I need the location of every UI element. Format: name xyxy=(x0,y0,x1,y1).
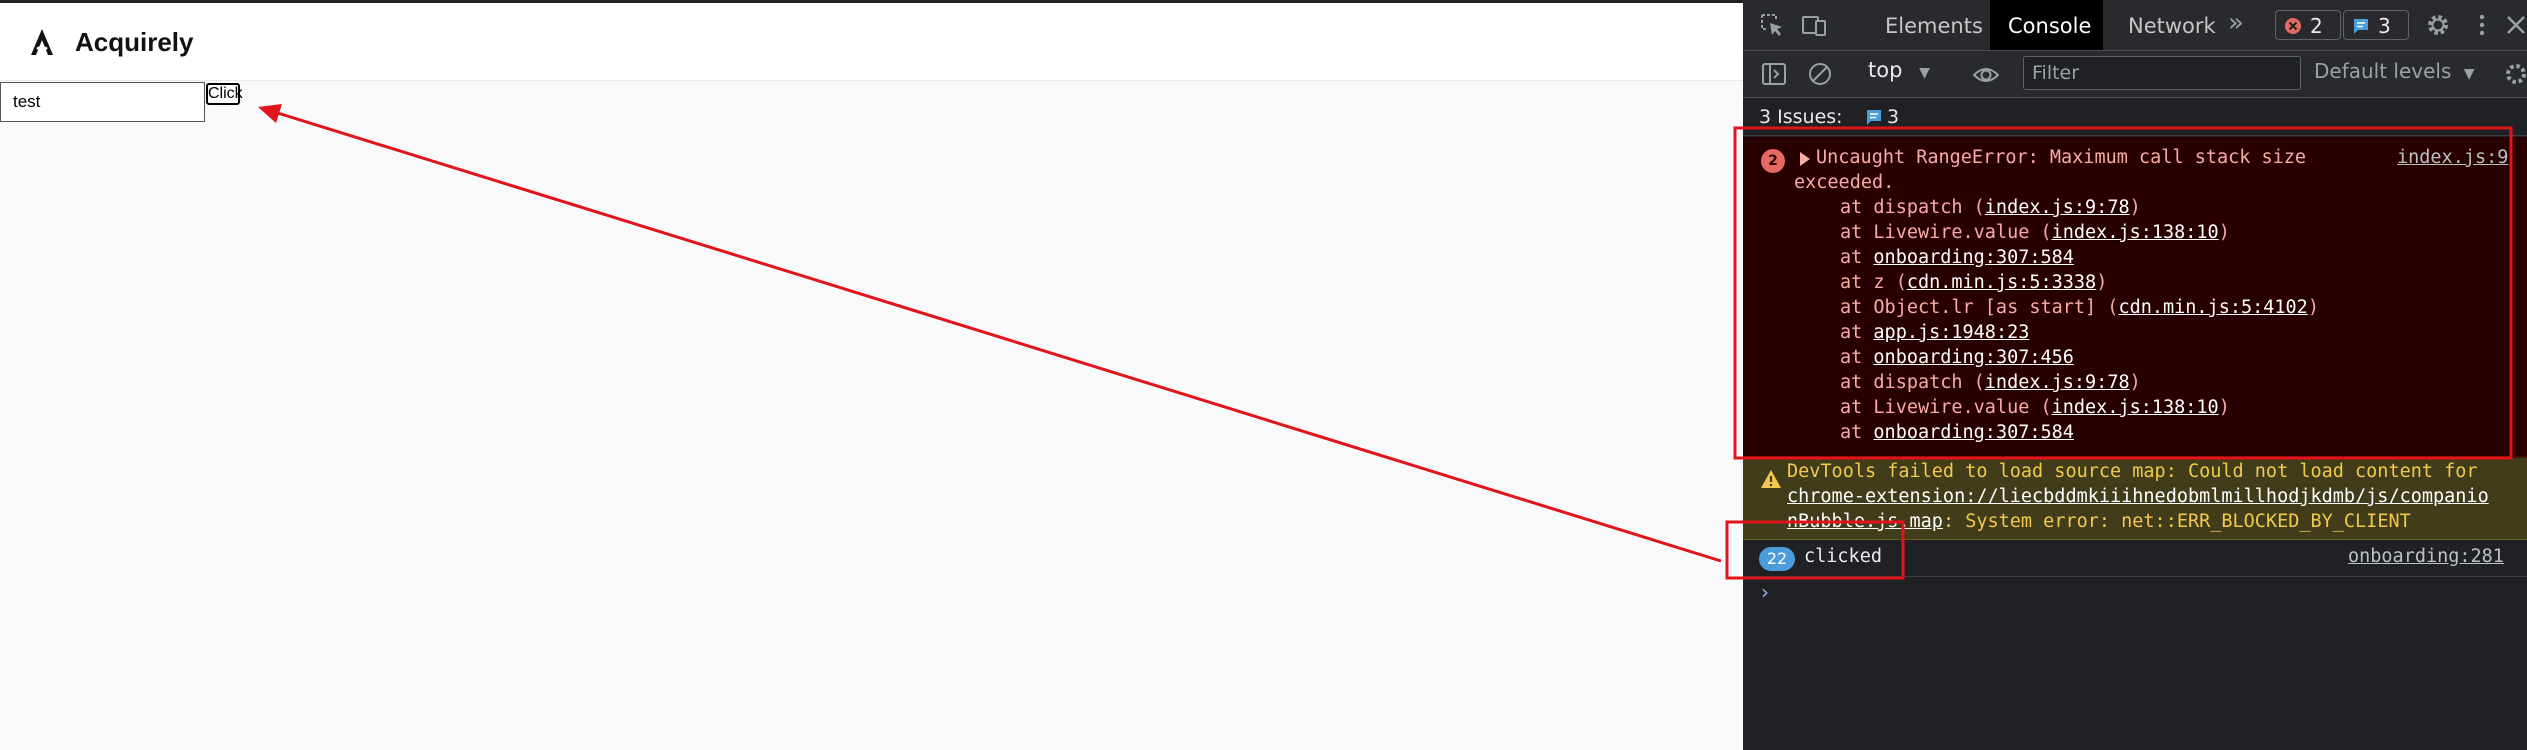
stack-frame-link[interactable]: index.js:138:10 xyxy=(2052,222,2219,243)
stack-frame-suffix: ) xyxy=(2129,372,2141,393)
tab-console[interactable]: Console xyxy=(1990,0,2103,50)
error-text-line2: exceeded. xyxy=(1794,172,1895,193)
stack-frame: at Livewire.value (index.js:138:10) xyxy=(1840,222,2230,243)
stack-frame-suffix: ) xyxy=(2218,222,2230,243)
errors-badge-count: 2 xyxy=(2310,14,2323,38)
warning-text-line3: nBubble.js.map: System error: net::ERR_B… xyxy=(1787,511,2411,532)
log-source-link[interactable]: onboarding:281 xyxy=(2348,546,2504,567)
app-header: Acquirely xyxy=(0,0,1743,81)
devtools-panel: Elements Console Network » 2 3 top ▼ Fil… xyxy=(1743,0,2527,750)
warning-text-line1: DevTools failed to load source map: Coul… xyxy=(1787,461,2478,482)
issues-badge[interactable]: 3 xyxy=(2343,10,2409,40)
click-button[interactable]: Click xyxy=(206,83,243,105)
console-error-message[interactable]: 2 Uncaught RangeError: Maximum call stac… xyxy=(1743,137,2527,457)
stack-frame-link[interactable]: cdn.min.js:5:4102 xyxy=(2118,297,2307,318)
stack-frame-link[interactable]: onboarding:307:584 xyxy=(1873,247,2073,268)
app-page: Acquirely Click xyxy=(0,0,1743,750)
log-levels-label: Default levels xyxy=(2314,59,2452,83)
console-settings-gear-icon[interactable] xyxy=(2503,61,2527,87)
stack-frame: at z (cdn.min.js:5:3338) xyxy=(1840,272,2107,293)
issues-message-icon xyxy=(1867,110,1881,125)
stack-frame-prefix: at z ( xyxy=(1840,272,1907,293)
stack-frame-prefix: at xyxy=(1840,322,1874,343)
issues-bar-count-value: 3 xyxy=(1887,106,1900,128)
inspect-element-icon[interactable] xyxy=(1759,12,1785,38)
chevron-down-icon: ▼ xyxy=(1919,65,1930,81)
errors-badge[interactable]: 2 xyxy=(2275,10,2341,40)
source-map-link-part1[interactable]: chrome-extension://liecbddmkiiihnedobmlm… xyxy=(1787,486,2478,507)
stack-frame-link[interactable]: onboarding:307:584 xyxy=(1873,422,2073,443)
error-repeat-count: 2 xyxy=(1761,149,1785,173)
context-selector[interactable]: top ▼ xyxy=(1868,58,1930,82)
source-map-link-part2[interactable]: o xyxy=(2478,486,2489,507)
issues-bar-label: 3 Issues: xyxy=(1759,106,1843,128)
settings-gear-icon[interactable] xyxy=(2425,12,2451,38)
devtools-tabbar: Elements Console Network » 2 3 xyxy=(1743,0,2527,51)
console-prompt-chevron-icon[interactable]: › xyxy=(1761,580,1769,604)
more-options-icon[interactable] xyxy=(2469,12,2495,38)
stack-frame-prefix: at Livewire.value ( xyxy=(1840,397,2052,418)
error-source-link[interactable]: index.js:9 xyxy=(2397,147,2508,168)
console-log-message: 22 clicked onboarding:281 xyxy=(1743,541,2527,577)
stack-frame: at app.js:1948:23 xyxy=(1840,322,2029,343)
issues-message-icon xyxy=(2354,19,2368,34)
warning-text-line2: chrome-extension://liecbddmkiiihnedobmlm… xyxy=(1787,486,2489,507)
stack-frame-link[interactable]: index.js:9:78 xyxy=(1985,372,2130,393)
live-expression-eye-icon[interactable] xyxy=(1973,62,1999,88)
clear-console-icon[interactable] xyxy=(1807,61,1833,87)
stack-frame-link[interactable]: index.js:9:78 xyxy=(1985,197,2130,218)
log-repeat-count: 22 xyxy=(1759,547,1795,571)
device-toolbar-icon[interactable] xyxy=(1801,12,1827,38)
more-tabs-icon[interactable]: » xyxy=(2228,8,2244,38)
stack-frame-link[interactable]: cdn.min.js:5:3338 xyxy=(1907,272,2096,293)
expand-triangle-icon[interactable] xyxy=(1800,152,1810,166)
stack-frame: at dispatch (index.js:9:78) xyxy=(1840,372,2141,393)
stack-frame-link[interactable]: onboarding:307:456 xyxy=(1873,347,2073,368)
console-warning-message: DevTools failed to load source map: Coul… xyxy=(1743,458,2527,540)
log-levels-dropdown[interactable]: Default levels ▼ xyxy=(2314,59,2475,83)
console-filter-input[interactable] xyxy=(2023,56,2301,90)
text-input[interactable] xyxy=(0,82,205,122)
stack-frame: at dispatch (index.js:9:78) xyxy=(1840,197,2141,218)
stack-frame-suffix: ) xyxy=(2129,197,2141,218)
stack-frame-prefix: at xyxy=(1840,247,1874,268)
stack-frame-prefix: at Livewire.value ( xyxy=(1840,222,2052,243)
stack-frame-prefix: at xyxy=(1840,347,1874,368)
acquirely-logo-icon xyxy=(31,29,53,55)
error-icon xyxy=(2285,18,2301,34)
issues-bar-count: 3 xyxy=(1861,106,1899,128)
app-name: Acquirely xyxy=(75,27,194,57)
stack-frame: at onboarding:307:456 xyxy=(1840,347,2074,368)
stack-frame-suffix: ) xyxy=(2307,297,2319,318)
stack-frame: at onboarding:307:584 xyxy=(1840,247,2074,268)
log-text: clicked xyxy=(1804,546,1882,567)
chevron-down-icon: ▼ xyxy=(2463,66,2475,82)
stack-frame-link[interactable]: app.js:1948:23 xyxy=(1873,322,2029,343)
stack-frame: at Livewire.value (index.js:138:10) xyxy=(1840,397,2230,418)
warning-triangle-icon xyxy=(1761,470,1781,488)
sidebar-toggle-icon[interactable] xyxy=(1761,61,1787,87)
issues-badge-count: 3 xyxy=(2378,14,2391,38)
stack-frame-prefix: at dispatch ( xyxy=(1840,197,1985,218)
close-devtools-icon[interactable] xyxy=(2503,12,2527,38)
stack-frame: at onboarding:307:584 xyxy=(1840,422,2074,443)
stack-frame-prefix: at xyxy=(1840,422,1874,443)
stack-frame-link[interactable]: index.js:138:10 xyxy=(2052,397,2219,418)
issues-bar[interactable]: 3 Issues: 3 xyxy=(1743,98,2527,136)
stack-frame-suffix: ) xyxy=(2218,397,2230,418)
error-text-line1: Uncaught RangeError: Maximum call stack … xyxy=(1816,147,2307,168)
warning-error-detail: : System error: net::ERR_BLOCKED_BY_CLIE… xyxy=(1942,511,2411,532)
stack-frame-prefix: at Object.lr [as start] ( xyxy=(1840,297,2119,318)
stack-frame: at Object.lr [as start] (cdn.min.js:5:41… xyxy=(1840,297,2319,318)
context-selector-value: top xyxy=(1868,58,1903,82)
stack-frame-prefix: at dispatch ( xyxy=(1840,372,1985,393)
tab-network[interactable]: Network xyxy=(2110,0,2234,50)
stack-frame-suffix: ) xyxy=(2096,272,2108,293)
source-map-link-part3[interactable]: nBubble.js.map xyxy=(1787,511,1943,532)
tab-elements[interactable]: Elements xyxy=(1867,0,2001,50)
